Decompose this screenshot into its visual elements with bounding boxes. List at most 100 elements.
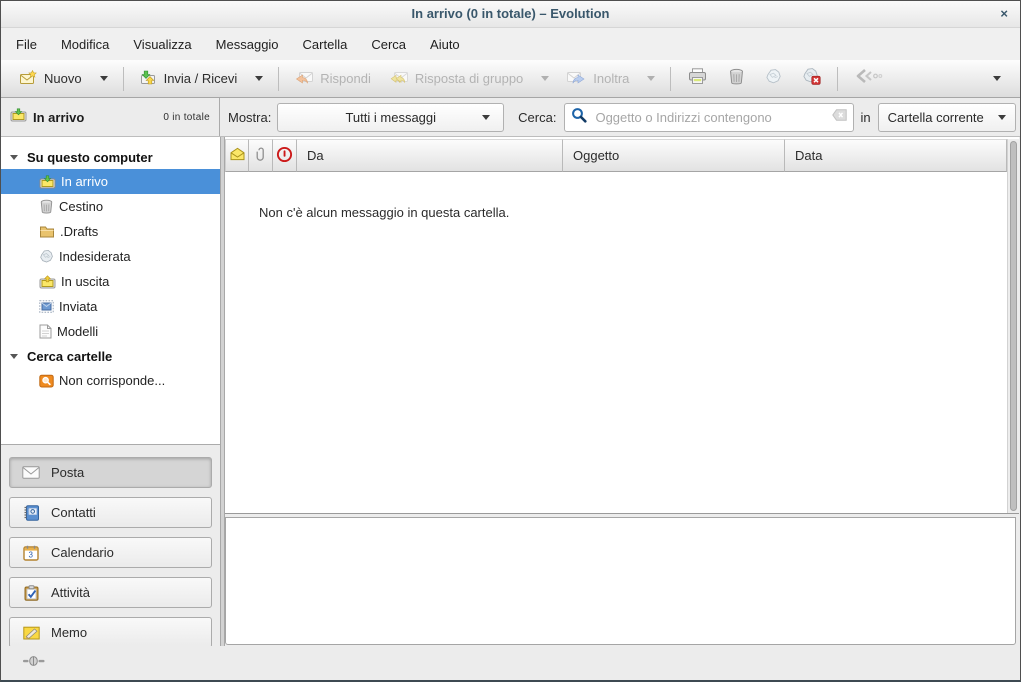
clear-search-icon[interactable] [832, 108, 847, 126]
toolbar-separator [278, 67, 279, 91]
inbox-icon [39, 175, 56, 189]
send-receive-dropdown-button[interactable] [246, 64, 272, 94]
toolbar: Nuovo Invia / Ricevi Rispondi Risposta d… [1, 60, 1020, 98]
switcher-label: Contatti [51, 505, 96, 520]
folder-item-templates[interactable]: Modelli [1, 319, 220, 344]
folder-item-label: Modelli [57, 324, 98, 339]
reply-group-dropdown-button[interactable] [532, 64, 558, 94]
tree-group-search-folders[interactable]: Cerca cartelle [1, 344, 220, 368]
menu-cerca[interactable]: Cerca [368, 34, 409, 55]
in-label: in [861, 110, 871, 125]
forward-dropdown-button[interactable] [638, 64, 664, 94]
column-from[interactable]: Da [297, 139, 563, 172]
contacts-icon [21, 505, 41, 521]
switcher-label: Attività [51, 585, 90, 600]
status-bar [1, 646, 1020, 680]
switcher-contacts-button[interactable]: Contatti [9, 497, 212, 528]
empty-folder-message: Non c'è alcun messaggio in questa cartel… [259, 205, 509, 220]
calendar-icon: 3 [21, 545, 41, 561]
templates-icon [39, 324, 52, 339]
new-dropdown-button[interactable] [91, 64, 117, 94]
junk-icon [765, 68, 782, 90]
forward-button[interactable]: Inoltra [558, 64, 638, 94]
tree-group-label: Cerca cartelle [27, 349, 112, 364]
switcher-calendar-button[interactable]: 3 Calendario [9, 537, 212, 568]
outbox-icon [39, 275, 56, 289]
search-scope-dropdown[interactable]: Cartella corrente [878, 103, 1016, 132]
show-filter-value: Tutti i messaggi [345, 110, 436, 125]
junk-button[interactable] [755, 64, 792, 94]
titlebar: In arrivo (0 in totale) – Evolution × [1, 1, 1020, 28]
svg-text:3: 3 [29, 550, 34, 559]
expander-icon[interactable] [10, 155, 18, 160]
send-receive-icon [139, 70, 157, 88]
undo-button[interactable] [844, 64, 894, 94]
folder-item-label: Inviata [59, 299, 97, 314]
folder-sidebar: Su questo computer In arrivo Cestino .Dr… [1, 137, 220, 647]
reply-button[interactable]: Rispondi [285, 64, 380, 94]
tree-group-local[interactable]: Su questo computer [1, 145, 220, 169]
chevron-down-icon [541, 76, 549, 81]
junk-icon [39, 249, 54, 264]
column-read-status[interactable] [225, 139, 249, 172]
search-folder-icon [39, 374, 54, 388]
search-entry[interactable] [564, 103, 853, 132]
column-attachment[interactable] [249, 139, 273, 172]
important-icon [276, 146, 293, 166]
menu-aiuto[interactable]: Aiuto [427, 34, 463, 55]
trash-icon [39, 199, 54, 214]
tree-group-label: Su questo computer [27, 150, 153, 165]
folder-item-inbox[interactable]: In arrivo [1, 169, 220, 194]
switcher-label: Calendario [51, 545, 114, 560]
search-label: Cerca: [518, 110, 556, 125]
reply-all-icon [389, 70, 408, 88]
show-filter-dropdown[interactable]: Tutti i messaggi [277, 103, 504, 132]
scrollbar-thumb[interactable] [1010, 141, 1017, 511]
column-date-label: Data [795, 148, 822, 163]
message-list-scrollbar[interactable] [1007, 139, 1019, 513]
column-date[interactable]: Data [785, 139, 1007, 172]
folder-item-trash[interactable]: Cestino [1, 194, 220, 219]
forward-button-label: Inoltra [593, 71, 629, 86]
online-plug-icon[interactable] [23, 654, 45, 672]
memo-icon [21, 626, 41, 640]
column-subject[interactable]: Oggetto [563, 139, 785, 172]
evolution-window: In arrivo (0 in totale) – Evolution × Fi… [0, 0, 1021, 682]
chevron-down-icon [993, 76, 1001, 81]
folder-item-label: Indesiderata [59, 249, 131, 264]
reply-group-button[interactable]: Risposta di gruppo [380, 64, 532, 94]
delete-button[interactable] [718, 64, 755, 94]
chevron-down-icon [998, 115, 1006, 120]
folder-icon [39, 225, 55, 238]
current-folder-label: In arrivo [33, 110, 84, 125]
toolbar-overflow-button[interactable] [984, 64, 1010, 94]
menu-visualizza[interactable]: Visualizza [130, 34, 194, 55]
expander-icon[interactable] [10, 354, 18, 359]
folder-item-unmatched[interactable]: Non corrisponde... [1, 368, 220, 393]
search-input[interactable] [593, 109, 825, 126]
menu-file[interactable]: File [13, 34, 40, 55]
column-from-label: Da [307, 148, 324, 163]
print-button[interactable] [677, 64, 718, 94]
reply-group-label: Risposta di gruppo [415, 71, 523, 86]
folder-item-outbox[interactable]: In uscita [1, 269, 220, 294]
column-priority[interactable] [273, 139, 297, 172]
forward-icon [567, 70, 586, 88]
switcher-tasks-button[interactable]: Attività [9, 577, 212, 608]
not-junk-button[interactable] [792, 64, 831, 94]
menu-messaggio[interactable]: Messaggio [213, 34, 282, 55]
send-receive-button[interactable]: Invia / Ricevi [130, 64, 247, 94]
tasks-icon [21, 585, 41, 601]
menu-modifica[interactable]: Modifica [58, 34, 112, 55]
folder-item-drafts[interactable]: .Drafts [1, 219, 220, 244]
new-button[interactable]: Nuovo [11, 64, 91, 94]
folder-item-junk[interactable]: Indesiderata [1, 244, 220, 269]
switcher-mail-button[interactable]: Posta [9, 457, 212, 488]
switcher-memos-button[interactable]: Memo [9, 617, 212, 648]
reply-button-label: Rispondi [320, 71, 371, 86]
show-label: Mostra: [228, 110, 271, 125]
folder-item-sent[interactable]: Inviata [1, 294, 220, 319]
close-icon[interactable]: × [1000, 1, 1008, 27]
menu-cartella[interactable]: Cartella [300, 34, 351, 55]
chevrons-left-icon [854, 68, 884, 89]
